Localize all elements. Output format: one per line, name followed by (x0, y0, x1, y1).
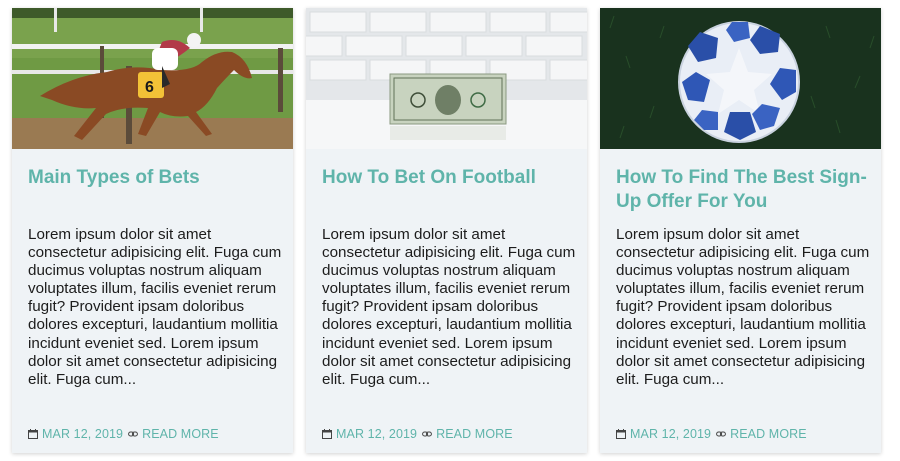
link-icon (128, 431, 139, 437)
dollar-bill-image (306, 8, 587, 149)
post-meta: MAR 12, 2019 READ MORE (28, 425, 283, 443)
link-icon (422, 431, 433, 437)
football-image (600, 8, 881, 149)
link-icon (716, 431, 727, 437)
post-title[interactable]: Main Types of Bets (28, 166, 281, 190)
svg-text:6: 6 (145, 79, 154, 96)
post-image-link[interactable] (600, 8, 881, 149)
post-title[interactable]: How To Find The Best Sign-Up Offer For Y… (616, 166, 869, 214)
post-card: How To Bet On Football Lorem ipsum dolor… (306, 8, 587, 453)
read-more-link[interactable]: READ MORE (436, 427, 513, 441)
post-date: MAR 12, 2019 (336, 427, 418, 441)
horse-racing-image: 6 (12, 8, 293, 149)
post-grid: 6 Main Types of Bets Lorem ipsum dolor s… (0, 0, 900, 461)
read-more-link[interactable]: READ MORE (142, 427, 219, 441)
calendar-icon (322, 429, 332, 439)
read-more-link[interactable]: READ MORE (730, 427, 807, 441)
post-date: MAR 12, 2019 (42, 427, 124, 441)
post-card: 6 Main Types of Bets Lorem ipsum dolor s… (12, 8, 293, 453)
calendar-icon (616, 429, 626, 439)
post-meta: MAR 12, 2019 READ MORE (616, 425, 871, 443)
post-card: How To Find The Best Sign-Up Offer For Y… (600, 8, 881, 453)
post-image-link[interactable] (306, 8, 587, 149)
post-title[interactable]: How To Bet On Football (322, 166, 575, 190)
post-image-link[interactable]: 6 (12, 8, 293, 149)
post-excerpt: Lorem ipsum dolor sit amet consectetur a… (322, 226, 576, 388)
post-excerpt: Lorem ipsum dolor sit amet consectetur a… (28, 226, 282, 388)
post-date: MAR 12, 2019 (630, 427, 712, 441)
post-excerpt: Lorem ipsum dolor sit amet consectetur a… (616, 226, 870, 388)
post-meta: MAR 12, 2019 READ MORE (322, 425, 577, 443)
calendar-icon (28, 429, 38, 439)
